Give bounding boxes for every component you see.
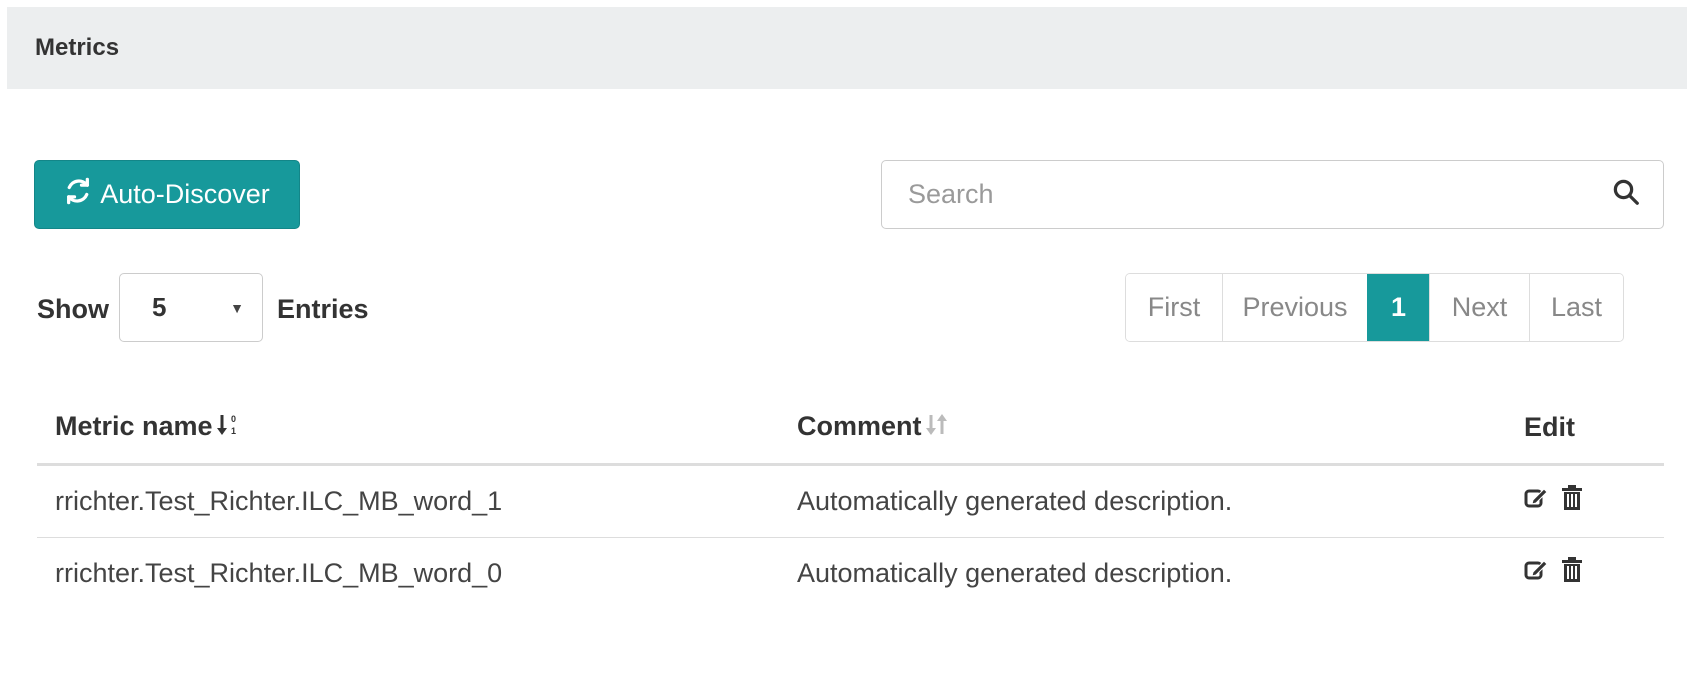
page-last-button[interactable]: Last [1529, 274, 1623, 341]
page-next-button[interactable]: Next [1429, 274, 1529, 341]
entries-per-page-select[interactable]: 5 ▼ [119, 273, 263, 342]
sort-numeric-asc-icon: 0 1 [215, 411, 241, 444]
search-input[interactable] [908, 179, 1611, 210]
comment-cell: Automatically generated description. [797, 558, 1233, 589]
svg-text:0: 0 [231, 414, 236, 424]
search-icon[interactable] [1611, 177, 1641, 212]
pagination: First Previous 1 Next Last [1125, 273, 1624, 342]
entries-label: Entries [277, 294, 369, 324]
svg-text:1: 1 [231, 426, 236, 436]
edit-icon[interactable] [1524, 557, 1548, 590]
trash-icon[interactable] [1560, 484, 1584, 518]
trash-icon[interactable] [1560, 557, 1584, 590]
panel-title: Metrics [7, 7, 1687, 89]
auto-discover-button[interactable]: Auto-Discover [34, 160, 300, 229]
metric-name-cell: rrichter.Test_Richter.ILC_MB_word_0 [55, 558, 503, 589]
sort-both-icon [924, 411, 950, 444]
metrics-panel: Metrics Auto-Discover Show 5 ▼ Entries F… [7, 7, 1687, 677]
metrics-table: Metric name 0 1 Comment Edit rrichter.Te… [37, 392, 1664, 610]
table-header-row: Metric name 0 1 Comment Edit [37, 392, 1664, 466]
column-header-comment[interactable]: Comment [779, 392, 1506, 466]
table-row: rrichter.Test_Richter.ILC_MB_word_1 Auto… [37, 464, 1664, 538]
comment-cell: Automatically generated description. [779, 464, 1506, 538]
page-first-button[interactable]: First [1126, 274, 1222, 341]
refresh-icon [64, 177, 92, 212]
table-row: rrichter.Test_Richter.ILC_MB_word_0 Auto… [37, 537, 1664, 610]
page-1-button[interactable]: 1 [1367, 274, 1429, 341]
selected-entries-value: 5 [152, 292, 167, 322]
window-edge [1687, 0, 1703, 677]
search-field[interactable] [881, 160, 1664, 229]
caret-down-icon: ▼ [230, 299, 244, 316]
column-header-metric-name[interactable]: Metric name 0 1 [37, 392, 779, 466]
edit-cell [1506, 464, 1664, 538]
metric-name-cell: rrichter.Test_Richter.ILC_MB_word_1 [37, 464, 779, 538]
show-label: Show [37, 294, 109, 324]
page-previous-button[interactable]: Previous [1222, 274, 1367, 341]
column-header-edit: Edit [1506, 392, 1664, 466]
edit-icon[interactable] [1524, 485, 1548, 518]
auto-discover-label: Auto-Discover [100, 179, 270, 209]
edit-cell [1506, 537, 1664, 610]
